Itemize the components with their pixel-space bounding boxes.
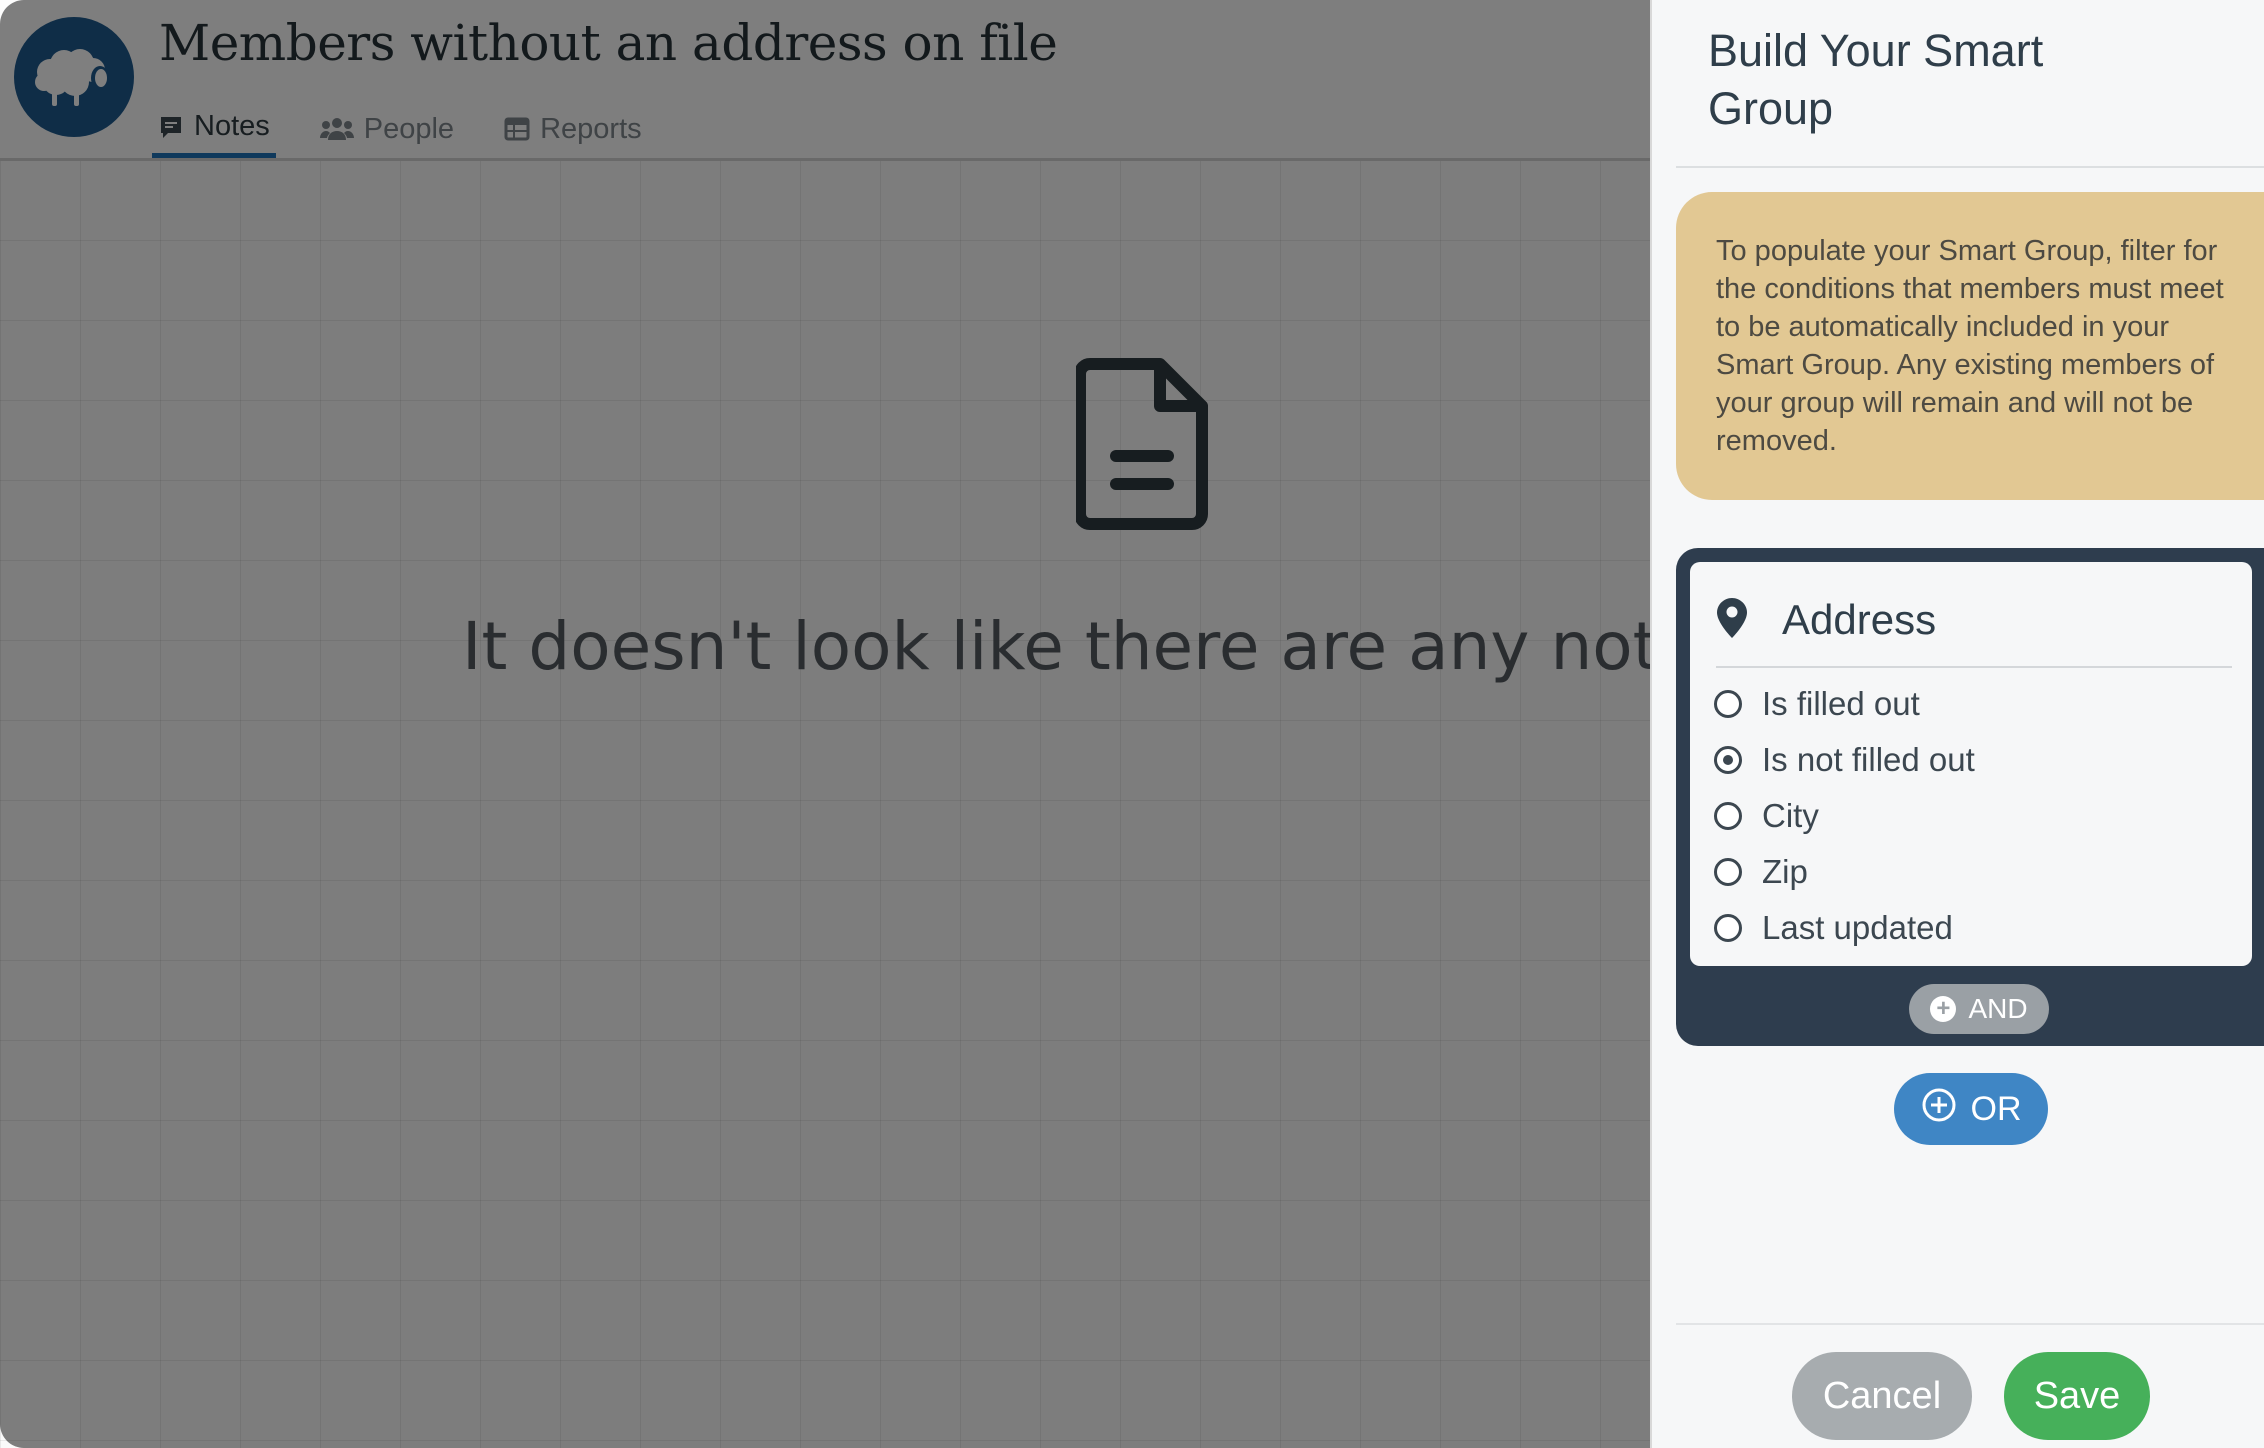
option-last-updated[interactable]: Last updated <box>1714 900 1975 956</box>
option-label: Last updated <box>1762 909 1953 946</box>
option-zip[interactable]: Zip <box>1714 844 1975 900</box>
add-and-condition-button[interactable]: + AND <box>1909 984 2049 1034</box>
radio-button[interactable] <box>1714 690 1742 718</box>
smart-group-panel: Build Your Smart Group To populate your … <box>1650 0 2264 1448</box>
option-is-filled-out[interactable]: Is filled out <box>1714 676 1975 732</box>
address-filter-card: Address Is filled out Is not filled out … <box>1690 562 2252 966</box>
radio-button[interactable] <box>1714 914 1742 942</box>
map-pin-icon <box>1716 597 1748 644</box>
divider <box>1676 1323 2264 1325</box>
option-city[interactable]: City <box>1714 788 1975 844</box>
modal-overlay[interactable] <box>0 0 1650 1448</box>
radio-button[interactable] <box>1714 858 1742 886</box>
or-label: OR <box>1970 1089 2022 1128</box>
option-is-not-filled-out[interactable]: Is not filled out <box>1714 732 1975 788</box>
info-text: To populate your Smart Group, filter for… <box>1716 235 2224 457</box>
divider <box>1676 166 2264 168</box>
radio-button-selected[interactable] <box>1714 746 1742 774</box>
plus-circle-icon: + <box>1930 996 1957 1022</box>
add-or-group-button[interactable]: OR <box>1894 1073 2048 1145</box>
panel-title: Build Your Smart Group <box>1708 25 2044 134</box>
filter-title: Address <box>1782 596 1937 643</box>
option-label: Is not filled out <box>1762 741 1975 778</box>
filter-options: Is filled out Is not filled out City Zip… <box>1714 676 1975 956</box>
save-button[interactable]: Save <box>2004 1352 2150 1440</box>
info-callout: To populate your Smart Group, filter for… <box>1676 192 2264 500</box>
cancel-button[interactable]: Cancel <box>1792 1352 1972 1440</box>
option-label: Zip <box>1762 853 1808 890</box>
option-label: City <box>1762 797 1819 834</box>
radio-button[interactable] <box>1714 802 1742 830</box>
and-label: AND <box>1968 993 2028 1024</box>
filter-header: Address <box>1716 588 2232 668</box>
option-label: Is filled out <box>1762 685 1920 722</box>
plus-circle-icon <box>1921 1087 1957 1132</box>
filter-group: Address Is filled out Is not filled out … <box>1676 548 2264 1046</box>
